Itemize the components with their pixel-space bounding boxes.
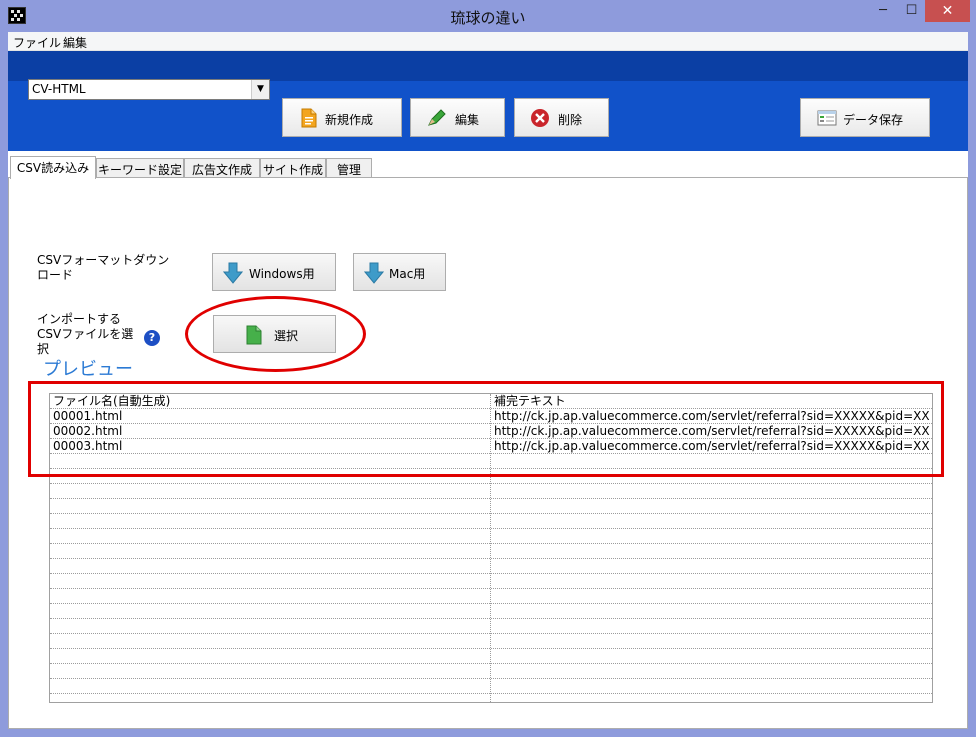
delete-button[interactable]: 削除 (514, 98, 609, 137)
tab-csv-import[interactable]: CSV読み込み (10, 156, 96, 179)
chevron-down-icon[interactable]: ▼ (251, 80, 269, 99)
table-row[interactable] (50, 589, 932, 604)
edit-button[interactable]: 編集 (410, 98, 505, 137)
toolbar: CV-HTML ▼ 新規作成 編集 削除 データ保存 (8, 51, 968, 151)
pencil-icon (428, 109, 446, 126)
new-button-label: 新規作成 (325, 113, 374, 127)
tab-keyword-settings[interactable]: キーワード設定 (96, 158, 184, 178)
window-title: 琉球の違い (450, 9, 526, 27)
tab-ad-text[interactable]: 広告文作成 (184, 158, 260, 178)
title-bar[interactable]: 琉球の違い ─ ☐ ✕ (0, 0, 976, 32)
table-row[interactable] (50, 574, 932, 589)
menu-edit[interactable]: 編集 (63, 34, 87, 51)
tab-strip: CSV読み込み キーワード設定 広告文作成 サイト作成 管理 (8, 156, 968, 179)
download-arrow-icon (223, 262, 243, 284)
menu-file[interactable]: ファイル (13, 34, 61, 51)
preview-highlight-box (28, 381, 944, 477)
preview-title: プレビュー (43, 359, 133, 380)
csv-import-panel: CSVフォーマットダウンロード Windows用 Mac用 インポートするCSV… (8, 177, 968, 729)
table-row[interactable] (50, 679, 932, 694)
download-arrow-icon (364, 262, 384, 284)
windows-download-button[interactable]: Windows用 (212, 253, 336, 291)
import-csv-label: インポートするCSVファイルを選択 (37, 312, 134, 356)
table-row[interactable] (50, 634, 932, 649)
table-row[interactable] (50, 514, 932, 529)
table-icon (817, 110, 837, 126)
csv-format-label: CSVフォーマットダウンロード (37, 253, 170, 282)
toolbar-header-band (8, 51, 968, 81)
tab-manage[interactable]: 管理 (326, 158, 372, 178)
new-button[interactable]: 新規作成 (282, 98, 402, 137)
tab-site-create[interactable]: サイト作成 (260, 158, 326, 178)
windows-download-label: Windows用 (249, 267, 315, 281)
table-row[interactable] (50, 529, 932, 544)
table-row[interactable] (50, 649, 932, 664)
table-row[interactable] (50, 484, 932, 499)
close-button[interactable]: ✕ (925, 0, 970, 22)
document-icon (301, 108, 317, 128)
maximize-button[interactable]: ☐ (898, 0, 925, 22)
edit-button-label: 編集 (455, 113, 480, 127)
table-row[interactable] (50, 604, 932, 619)
delete-button-label: 削除 (558, 113, 583, 127)
mac-download-button[interactable]: Mac用 (353, 253, 446, 291)
window-bottom-border (0, 729, 976, 737)
mac-download-label: Mac用 (389, 267, 426, 281)
template-select-value: CV-HTML (32, 82, 86, 96)
template-select[interactable]: CV-HTML ▼ (28, 79, 270, 100)
minimize-button[interactable]: ─ (868, 0, 898, 22)
delete-circle-icon (531, 109, 549, 127)
select-file-button[interactable]: 選択 (213, 315, 336, 353)
table-row[interactable] (50, 619, 932, 634)
table-row[interactable] (50, 544, 932, 559)
file-icon (246, 325, 262, 345)
save-data-button-label: データ保存 (843, 113, 904, 127)
client-area: ファイル 編集 CV-HTML ▼ 新規作成 編集 削除 データ保存 CSV読み… (8, 32, 968, 729)
menu-bar: ファイル 編集 (8, 32, 968, 51)
table-row[interactable] (50, 559, 932, 574)
table-row[interactable] (50, 664, 932, 679)
app-window: 琉球の違い ─ ☐ ✕ ファイル 編集 CV-HTML ▼ 新規作成 編集 削除… (0, 0, 976, 737)
help-icon[interactable]: ? (144, 330, 160, 346)
select-file-label: 選択 (274, 329, 299, 343)
save-data-button[interactable]: データ保存 (800, 98, 930, 137)
table-row[interactable] (50, 499, 932, 514)
